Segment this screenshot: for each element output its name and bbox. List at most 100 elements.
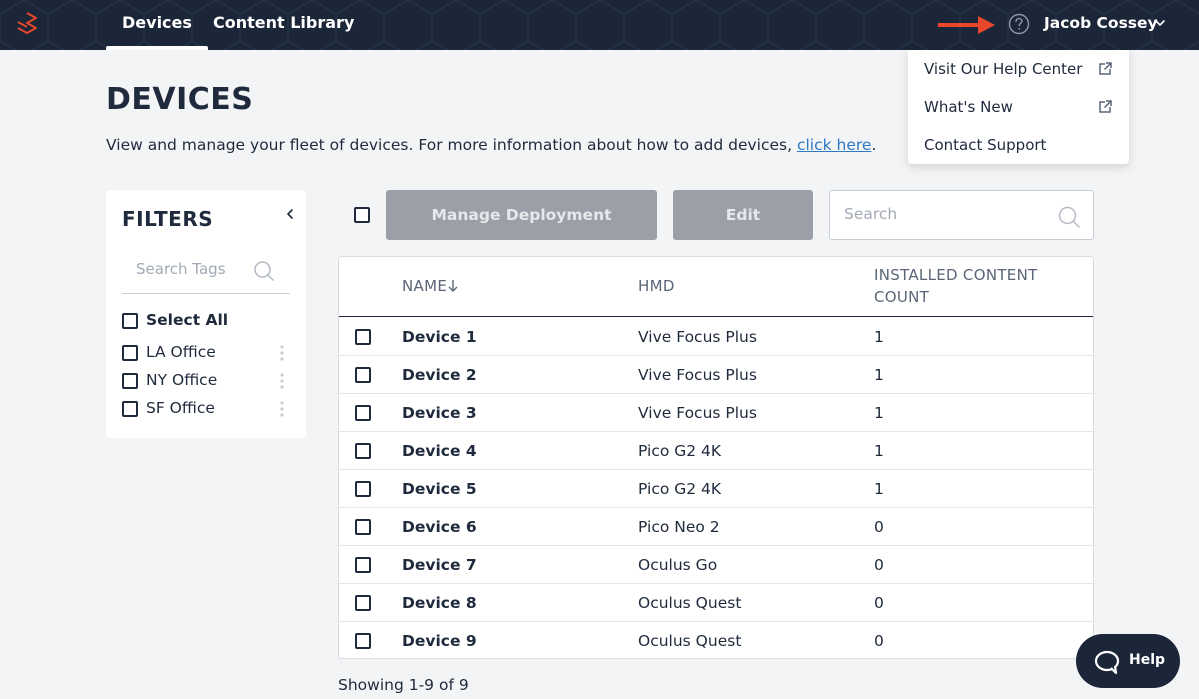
device-content-count: 0 — [874, 632, 884, 650]
subtitle-text: View and manage your fleet of devices. F… — [106, 136, 797, 154]
device-content-count: 1 — [874, 328, 884, 346]
device-name[interactable]: Device 1 — [402, 318, 477, 356]
column-header-installed-count[interactable]: INSTALLED CONTENT COUNT — [874, 264, 1038, 308]
row-checkbox[interactable] — [355, 481, 371, 497]
column-name-label: NAME — [402, 277, 448, 295]
page-title: DEVICES — [106, 82, 254, 117]
table-row[interactable]: Device 4 Pico G2 4K 1 — [339, 432, 1093, 470]
device-content-count: 1 — [874, 442, 884, 460]
sort-arrow-down-icon — [448, 280, 458, 292]
tag-label-la-office: LA Office — [146, 343, 216, 361]
search-icon — [254, 261, 275, 282]
device-search-input[interactable] — [844, 205, 1044, 223]
chevron-down-icon[interactable] — [1153, 16, 1167, 30]
filters-title: FILTERS — [122, 207, 214, 231]
row-checkbox[interactable] — [355, 367, 371, 383]
filters-panel: FILTERS Select All LA Office NY Office S… — [106, 190, 306, 438]
tab-devices[interactable]: Devices — [106, 0, 208, 50]
select-all-label: Select All — [146, 311, 229, 329]
device-hmd: Vive Focus Plus — [638, 328, 757, 346]
row-checkbox[interactable] — [355, 557, 371, 573]
device-hmd: Vive Focus Plus — [638, 366, 757, 384]
device-hmd: Vive Focus Plus — [638, 404, 757, 422]
pagination-summary: Showing 1-9 of 9 — [338, 676, 469, 694]
table-row[interactable]: Device 8 Oculus Quest 0 — [339, 584, 1093, 622]
device-hmd: Pico Neo 2 — [638, 518, 720, 536]
row-checkbox[interactable] — [355, 329, 371, 345]
search-icon — [1058, 206, 1081, 229]
column-header-hmd[interactable]: HMD — [638, 275, 675, 297]
menu-item-help-center[interactable]: Visit Our Help Center — [924, 57, 1082, 81]
edit-button[interactable]: Edit — [673, 190, 813, 240]
devices-table: NAME HMD INSTALLED CONTENT COUNT Device 1… — [338, 256, 1094, 659]
device-hmd: Pico G2 4K — [638, 442, 722, 460]
device-content-count: 0 — [874, 518, 884, 536]
row-checkbox[interactable] — [355, 405, 371, 421]
red-arrow-icon — [938, 16, 995, 34]
table-header: NAME HMD INSTALLED CONTENT COUNT — [339, 257, 1093, 317]
device-content-count: 1 — [874, 480, 884, 498]
kebab-menu-icon[interactable] — [279, 400, 285, 418]
table-row[interactable]: Device 2 Vive Focus Plus 1 — [339, 356, 1093, 394]
top-nav-bar: Devices Content Library Jacob Cossey — [0, 0, 1199, 50]
help-dropdown-menu: Visit Our Help Center What's New Contact… — [908, 50, 1129, 164]
chevron-left-icon[interactable] — [284, 208, 296, 220]
tag-search — [122, 252, 290, 294]
subtitle-end: . — [871, 136, 877, 154]
device-hmd: Oculus Quest — [638, 632, 742, 650]
add-devices-link[interactable]: click here — [797, 136, 872, 154]
device-content-count: 1 — [874, 404, 884, 422]
column-count-line1: INSTALLED CONTENT — [874, 266, 1038, 284]
device-hmd: Oculus Go — [638, 556, 718, 574]
device-hmd: Oculus Quest — [638, 594, 742, 612]
device-content-count: 0 — [874, 594, 884, 612]
table-row[interactable]: Device 1 Vive Focus Plus 1 — [339, 318, 1093, 356]
question-circle-icon[interactable] — [1008, 13, 1030, 35]
column-header-name[interactable]: NAME — [402, 275, 459, 297]
device-name[interactable]: Device 8 — [402, 584, 477, 622]
tag-checkbox-la-office[interactable] — [122, 345, 138, 361]
user-menu-name[interactable]: Jacob Cossey — [1044, 0, 1158, 46]
device-hmd: Pico G2 4K — [638, 480, 722, 498]
table-row[interactable]: Device 6 Pico Neo 2 0 — [339, 508, 1093, 546]
tab-content-library[interactable]: Content Library — [213, 0, 354, 50]
device-name[interactable]: Device 7 — [402, 546, 477, 584]
manage-deployment-button[interactable]: Manage Deployment — [386, 190, 657, 240]
device-name[interactable]: Device 4 — [402, 432, 477, 470]
chat-bubble-icon — [1094, 650, 1120, 674]
row-checkbox[interactable] — [355, 519, 371, 535]
row-checkbox[interactable] — [355, 443, 371, 459]
brand-logo-icon[interactable] — [16, 12, 38, 38]
device-search — [829, 190, 1094, 240]
kebab-menu-icon[interactable] — [279, 372, 285, 390]
device-name[interactable]: Device 5 — [402, 470, 477, 508]
external-link-icon — [1099, 62, 1112, 75]
menu-item-contact-support[interactable]: Contact Support — [924, 133, 1046, 157]
device-name[interactable]: Device 3 — [402, 394, 477, 432]
device-name[interactable]: Device 6 — [402, 508, 477, 546]
select-all-checkbox[interactable] — [122, 313, 138, 329]
device-content-count: 0 — [874, 556, 884, 574]
table-row[interactable]: Device 3 Vive Focus Plus 1 — [339, 394, 1093, 432]
external-link-icon — [1099, 100, 1112, 113]
row-checkbox[interactable] — [355, 595, 371, 611]
menu-item-whats-new[interactable]: What's New — [924, 95, 1013, 119]
help-widget-button[interactable]: Help — [1076, 634, 1180, 688]
tag-search-input[interactable] — [136, 260, 246, 278]
page-subtitle: View and manage your fleet of devices. F… — [106, 136, 876, 154]
table-row[interactable]: Device 7 Oculus Go 0 — [339, 546, 1093, 584]
tag-checkbox-ny-office[interactable] — [122, 373, 138, 389]
help-widget-label: Help — [1129, 652, 1166, 668]
table-row[interactable]: Device 5 Pico G2 4K 1 — [339, 470, 1093, 508]
tag-label-sf-office: SF Office — [146, 399, 215, 417]
table-row[interactable]: Device 9 Oculus Quest 0 — [339, 622, 1093, 660]
kebab-menu-icon[interactable] — [279, 344, 285, 362]
device-name[interactable]: Device 9 — [402, 622, 477, 660]
tag-label-ny-office: NY Office — [146, 371, 218, 389]
device-name[interactable]: Device 2 — [402, 356, 477, 394]
tag-checkbox-sf-office[interactable] — [122, 401, 138, 417]
select-all-devices-checkbox[interactable] — [354, 207, 370, 223]
row-checkbox[interactable] — [355, 633, 371, 649]
device-content-count: 1 — [874, 366, 884, 384]
column-count-line2: COUNT — [874, 288, 930, 306]
